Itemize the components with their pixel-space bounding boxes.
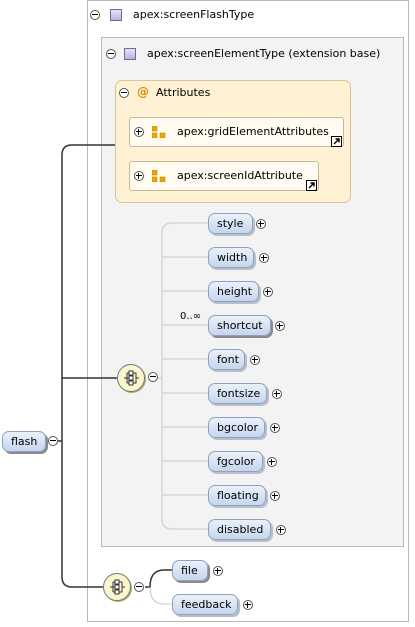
element-font[interactable]: font xyxy=(208,349,245,370)
element-file[interactable]: file xyxy=(172,560,208,581)
element-label: style xyxy=(217,217,244,230)
expand-toggle-element[interactable] xyxy=(275,321,285,331)
expand-toggle-element[interactable] xyxy=(263,287,273,297)
element-label: feedback xyxy=(181,598,232,611)
element-label: bgcolor xyxy=(217,421,259,434)
element-label: floating xyxy=(217,489,259,502)
expand-toggle-element[interactable] xyxy=(259,253,269,263)
expand-toggle-element[interactable] xyxy=(213,566,223,576)
expand-toggle-element[interactable] xyxy=(243,600,253,610)
element-label: fontsize xyxy=(217,387,261,400)
element-label: width xyxy=(217,251,248,264)
collapse-toggle-sequence[interactable] xyxy=(134,582,144,592)
sequence-compositor-icon[interactable] xyxy=(103,573,131,601)
expand-toggle-element[interactable] xyxy=(270,423,280,433)
element-label: height xyxy=(217,285,253,298)
element-label: file xyxy=(181,564,198,577)
element-label: flash xyxy=(11,435,38,448)
element-flash[interactable]: flash xyxy=(2,431,46,452)
expand-toggle-element[interactable] xyxy=(250,355,260,365)
element-style[interactable]: style xyxy=(208,213,253,234)
element-label: fgcolor xyxy=(217,455,255,468)
collapse-toggle-sequence[interactable] xyxy=(148,372,158,382)
expand-toggle-element[interactable] xyxy=(276,525,286,535)
expand-toggle-element[interactable] xyxy=(256,219,266,229)
element-feedback[interactable]: feedback xyxy=(172,594,238,615)
element-label: disabled xyxy=(217,523,264,536)
collapse-toggle-root[interactable] xyxy=(48,436,58,446)
sequence-compositor-icon[interactable] xyxy=(117,364,145,392)
element-fontsize[interactable]: fontsize xyxy=(208,383,267,404)
element-shortcut[interactable]: shortcut xyxy=(208,315,271,336)
expand-toggle-element[interactable] xyxy=(267,457,277,467)
element-bgcolor[interactable]: bgcolor xyxy=(208,417,265,438)
expand-toggle-element[interactable] xyxy=(272,389,282,399)
cardinality-label: 0..∞ xyxy=(180,311,202,322)
element-floating[interactable]: floating xyxy=(208,485,266,506)
element-width[interactable]: width xyxy=(208,247,254,268)
element-label: shortcut xyxy=(217,319,263,332)
expand-toggle-element[interactable] xyxy=(270,491,280,501)
element-height[interactable]: height xyxy=(208,281,259,302)
element-label: font xyxy=(217,353,239,366)
element-disabled[interactable]: disabled xyxy=(208,519,271,540)
element-fgcolor[interactable]: fgcolor xyxy=(208,451,263,472)
